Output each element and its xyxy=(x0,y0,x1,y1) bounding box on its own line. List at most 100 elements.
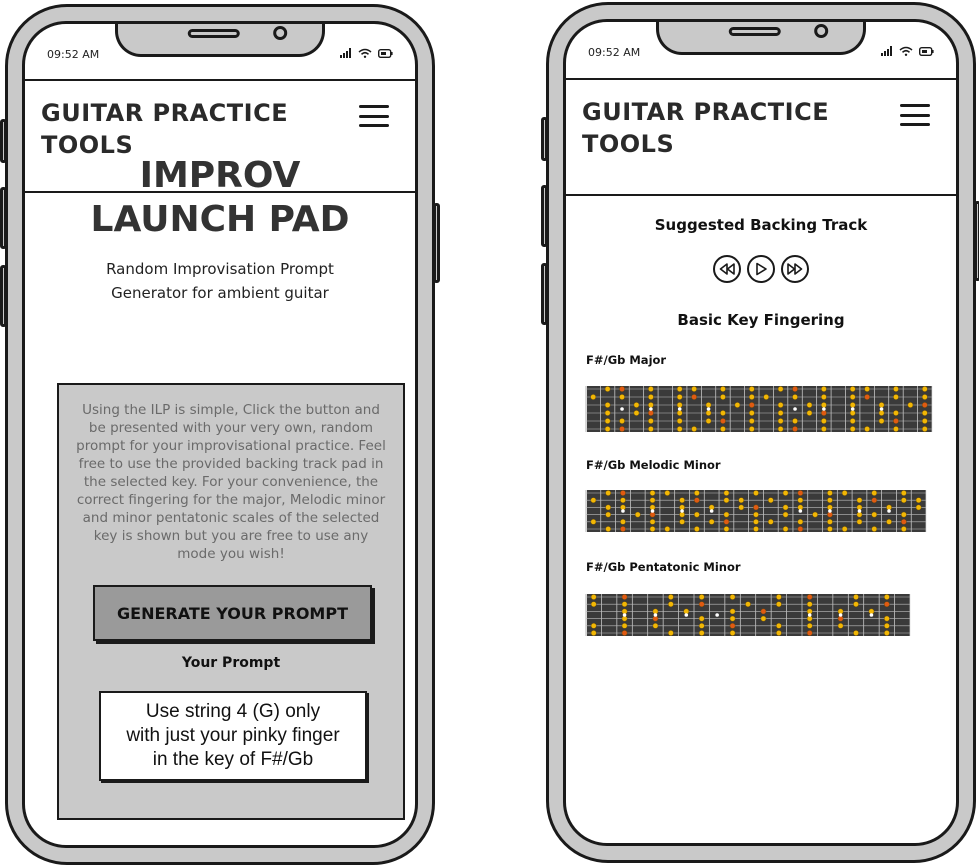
note-dot xyxy=(590,519,597,525)
note-dot xyxy=(620,497,626,504)
description-text: Using the ILP is simple, Click the butto… xyxy=(76,402,386,562)
prompt-output: Use string 4 (G) only with just your pin… xyxy=(99,691,367,781)
brand-line-1: GUITAR PRACTICE xyxy=(582,98,830,126)
note-dot xyxy=(720,386,726,392)
note-dot xyxy=(782,504,789,511)
note-dot xyxy=(753,511,759,518)
root-note-dot xyxy=(698,601,705,608)
root-note-dot xyxy=(884,601,890,608)
root-note-dot xyxy=(621,594,628,600)
notch xyxy=(656,22,866,55)
note-dot xyxy=(921,426,928,432)
rewind-button[interactable] xyxy=(713,255,741,283)
note-dot xyxy=(871,490,878,496)
note-dot xyxy=(723,497,730,504)
note-dot xyxy=(921,410,928,416)
note-dot xyxy=(676,386,683,392)
note-dot xyxy=(753,526,759,532)
generate-prompt-button[interactable]: GENERATE YOUR PROMPT xyxy=(93,585,372,641)
note-dot xyxy=(884,630,890,636)
note-dot xyxy=(694,526,700,532)
root-note-dot xyxy=(797,526,804,532)
note-dot xyxy=(590,601,597,608)
note-dot xyxy=(777,410,784,416)
menu-icon[interactable] xyxy=(900,104,930,126)
note-dot xyxy=(893,394,899,400)
fingering-title: Basic Key Fingering xyxy=(677,311,845,329)
fret-marker xyxy=(822,407,826,411)
prompt-line-2: with just your pinky finger xyxy=(126,725,340,746)
root-note-dot xyxy=(792,426,798,432)
fret-marker xyxy=(650,509,655,513)
note-dot xyxy=(648,426,654,432)
note-dot xyxy=(698,594,705,600)
note-dot xyxy=(893,386,899,392)
note-dot xyxy=(849,394,856,400)
fret-marker xyxy=(709,509,714,513)
root-note-dot xyxy=(871,497,878,504)
note-dot xyxy=(864,386,870,392)
note-dot xyxy=(782,490,789,496)
root-note-dot xyxy=(723,519,730,525)
note-dot xyxy=(806,402,813,408)
note-dot xyxy=(878,402,885,408)
note-dot xyxy=(649,497,656,504)
note-dot xyxy=(652,623,659,629)
note-dot xyxy=(763,394,770,400)
brand-title[interactable]: GUITAR PRACTICE TOOLS xyxy=(582,96,829,160)
note-dot xyxy=(878,410,885,416)
note-dot xyxy=(821,418,827,424)
prompt-line-3: in the key of F#/Gb xyxy=(152,749,314,770)
note-dot xyxy=(694,511,700,518)
note-dot xyxy=(648,386,654,392)
note-dot xyxy=(849,418,856,424)
fretboard-melodic-minor xyxy=(585,490,927,532)
page-subtitle: Random Improvisation Prompt Generator fo… xyxy=(45,257,395,305)
note-dot xyxy=(679,497,685,504)
note-dot xyxy=(676,410,683,416)
speaker xyxy=(187,29,240,38)
fret-marker xyxy=(807,613,812,617)
note-dot xyxy=(777,386,784,392)
note-dot xyxy=(633,410,640,416)
brand-title[interactable]: GUITAR PRACTICE TOOLS xyxy=(41,97,288,161)
note-dot xyxy=(738,504,745,511)
note-dot xyxy=(871,526,878,532)
note-dot xyxy=(676,418,683,424)
scale-title-major: F#/Gb Major xyxy=(586,353,667,367)
note-dot xyxy=(901,490,907,496)
root-note-dot xyxy=(797,490,804,496)
note-dot xyxy=(921,418,928,424)
note-dot xyxy=(745,601,751,608)
play-button[interactable] xyxy=(747,255,775,283)
note-dot xyxy=(777,402,784,408)
note-dot xyxy=(729,615,736,622)
note-dot xyxy=(856,497,863,504)
rewind-icon xyxy=(719,263,735,275)
note-dot xyxy=(782,511,789,518)
backing-track-player xyxy=(566,255,956,283)
note-dot xyxy=(748,426,755,432)
subtitle-line-1: Random Improvisation Prompt xyxy=(106,260,334,278)
note-dot xyxy=(853,601,859,608)
fretboard-major xyxy=(585,386,933,432)
page-title: IMPROV LAUNCH PAD xyxy=(25,154,415,242)
note-dot xyxy=(907,402,914,408)
fret-marker xyxy=(887,509,891,513)
note-dot xyxy=(893,410,899,416)
camera xyxy=(814,24,829,38)
wifi-icon xyxy=(899,46,913,56)
note-dot xyxy=(664,490,671,496)
note-dot xyxy=(664,526,671,532)
note-dot xyxy=(884,594,890,600)
menu-icon[interactable] xyxy=(359,105,389,127)
note-dot xyxy=(856,519,863,525)
note-dot xyxy=(853,594,859,600)
note-dot xyxy=(604,418,611,424)
root-note-dot xyxy=(893,418,899,424)
note-dot xyxy=(720,394,726,400)
fast-forward-button[interactable] xyxy=(781,255,809,283)
fret-marker xyxy=(622,613,627,617)
note-dot xyxy=(871,511,878,518)
note-dot xyxy=(694,490,700,496)
